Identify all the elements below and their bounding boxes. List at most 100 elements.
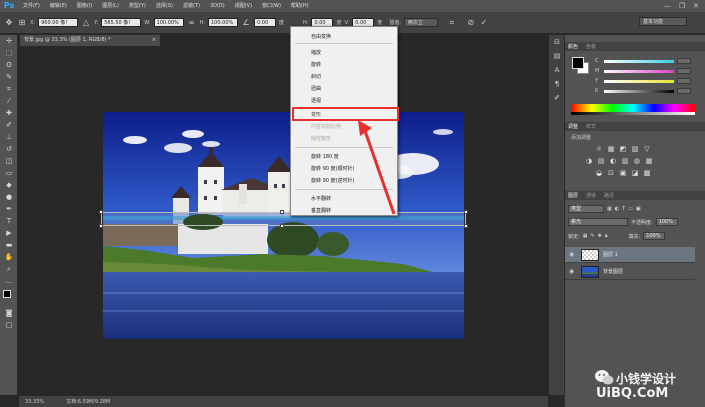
layer-name[interactable]: 图层 1 xyxy=(603,251,618,258)
bw-adjust-icon[interactable]: ◐ xyxy=(609,157,617,165)
healing-tool-icon[interactable]: ✚ xyxy=(0,107,18,119)
fill-input[interactable]: 100% xyxy=(643,232,666,240)
threshold-adjust-icon[interactable]: ▣ xyxy=(619,169,627,177)
lasso-tool-icon[interactable]: ʘ xyxy=(0,59,18,71)
tab-paths[interactable]: 路径 xyxy=(604,192,614,199)
properties-panel-icon[interactable]: ▤ xyxy=(549,49,565,63)
color-swatches[interactable] xyxy=(0,287,18,307)
grayscale-ramp[interactable] xyxy=(571,112,695,115)
cancel-transform-icon[interactable]: ⊘ xyxy=(466,18,476,28)
menu-image[interactable]: 图像(I) xyxy=(72,0,97,12)
levels-adjust-icon[interactable]: ▦ xyxy=(607,145,615,153)
quick-mask-icon[interactable]: ◙ xyxy=(0,307,18,319)
menu-window[interactable]: 窗口(W) xyxy=(257,0,286,12)
more-tools-icon[interactable]: … xyxy=(0,275,18,287)
quick-select-tool-icon[interactable]: ✎ xyxy=(0,71,18,83)
slider-k-bar[interactable] xyxy=(604,89,674,93)
slider-m[interactable]: M xyxy=(595,67,701,75)
menu-edit[interactable]: 编辑(E) xyxy=(45,0,72,12)
color-balance-adjust-icon[interactable]: ▤ xyxy=(597,157,605,165)
color-spectrum[interactable] xyxy=(571,104,695,112)
shape-tool-icon[interactable]: ▬ xyxy=(0,239,18,251)
menu-item-perspective[interactable]: 透视 xyxy=(311,97,321,104)
history-brush-tool-icon[interactable]: ↺ xyxy=(0,143,18,155)
screen-mode-icon[interactable]: ▢ xyxy=(0,319,18,331)
tab-styles[interactable]: 样式 xyxy=(586,123,596,130)
slider-m-bar[interactable] xyxy=(604,69,674,73)
angle-input[interactable]: 0.00 xyxy=(254,18,276,27)
menu-item-free-transform[interactable]: 自由变换 xyxy=(311,33,331,40)
slider-m-value[interactable] xyxy=(677,68,691,74)
foreground-color-swatch[interactable] xyxy=(3,290,11,298)
eraser-tool-icon[interactable]: ◫ xyxy=(0,155,18,167)
curves-adjust-icon[interactable]: ◩ xyxy=(619,145,627,153)
gradient-tool-icon[interactable]: ▭ xyxy=(0,167,18,179)
filter-pixel-icon[interactable]: ▦ xyxy=(607,206,612,212)
layer-row-background[interactable]: ◉ 背景图层 xyxy=(565,264,695,280)
menu-help[interactable]: 帮助(H) xyxy=(286,0,314,12)
layer-kind-select[interactable]: 类型 xyxy=(568,205,604,213)
menu-view[interactable]: 视图(V) xyxy=(230,0,257,12)
invert-adjust-icon[interactable]: ◒ xyxy=(595,169,603,177)
slider-k-value[interactable] xyxy=(677,88,691,94)
channel-mixer-adjust-icon[interactable]: ◍ xyxy=(633,157,641,165)
type-tool-icon[interactable]: T xyxy=(0,215,18,227)
brush-panel-icon[interactable]: ✐ xyxy=(549,91,565,105)
brightness-adjust-icon[interactable]: ☼ xyxy=(595,145,603,153)
blur-tool-icon[interactable]: ◆ xyxy=(0,179,18,191)
menu-item-flip-horizontal[interactable]: 水平翻转 xyxy=(311,195,331,202)
slider-c[interactable]: C xyxy=(595,57,701,65)
stamp-tool-icon[interactable]: ⊥ xyxy=(0,131,18,143)
zoom-tool-icon[interactable]: ⌕ xyxy=(0,263,18,275)
selective-color-adjust-icon[interactable]: ◪ xyxy=(631,169,639,177)
y-input[interactable]: 565.50 像! xyxy=(101,18,142,27)
paragraph-panel-icon[interactable]: ¶ xyxy=(549,77,565,91)
filter-type-icon[interactable]: T xyxy=(622,206,625,212)
lock-pixels-icon[interactable]: ✎ xyxy=(590,233,594,239)
minimize-button[interactable]: — xyxy=(664,2,671,10)
menu-item-rotate[interactable]: 旋转 xyxy=(311,61,321,68)
dodge-tool-icon[interactable]: ● xyxy=(0,191,18,203)
transform-handle-bottom-right[interactable] xyxy=(464,224,468,228)
transform-handle-bottom-left[interactable] xyxy=(99,224,103,228)
history-panel-icon[interactable]: ⊟ xyxy=(549,35,565,49)
move-tool-icon[interactable]: ✢ xyxy=(0,35,18,47)
menu-3d[interactable]: 3D(D) xyxy=(205,0,230,12)
close-document-icon[interactable]: × xyxy=(152,35,156,46)
crop-tool-icon[interactable]: ⌗ xyxy=(0,83,18,95)
width-input[interactable]: 100.00% xyxy=(153,18,184,27)
restore-button[interactable]: ❐ xyxy=(679,2,685,10)
zoom-level[interactable]: 33.33% xyxy=(25,399,44,405)
transform-handle-bottom[interactable] xyxy=(280,224,284,228)
transform-handle-top-left[interactable] xyxy=(99,210,103,214)
menu-select[interactable]: 选择(S) xyxy=(151,0,178,12)
link-icon[interactable]: ∞ xyxy=(187,18,197,28)
slider-y-value[interactable] xyxy=(677,78,691,84)
photo-filter-adjust-icon[interactable]: ▥ xyxy=(621,157,629,165)
lock-position-icon[interactable]: ✥ xyxy=(598,233,602,239)
hand-tool-icon[interactable]: ✋ xyxy=(0,251,18,263)
filter-smart-icon[interactable]: ▣ xyxy=(636,206,641,212)
tab-layers[interactable]: 图层 xyxy=(568,192,578,199)
visibility-eye-icon[interactable]: ◉ xyxy=(569,251,577,258)
menu-item-flip-vertical[interactable]: 垂直翻转 xyxy=(311,207,331,214)
exposure-adjust-icon[interactable]: ▨ xyxy=(631,145,639,153)
eyedropper-tool-icon[interactable]: ⁄ xyxy=(0,95,18,107)
lock-all-icon[interactable]: 🔒︎ xyxy=(605,233,608,239)
commit-transform-icon[interactable]: ✓ xyxy=(479,18,489,28)
visibility-eye-icon[interactable]: ◉ xyxy=(569,268,577,275)
opacity-input[interactable]: 100% xyxy=(655,218,678,226)
document-tab[interactable]: 背景.jpg @ 33.3% (图层 1, RGB/8) * × xyxy=(20,35,160,46)
menu-file[interactable]: 文件(F) xyxy=(18,0,45,12)
brush-tool-icon[interactable]: ✐ xyxy=(0,119,18,131)
x-input[interactable]: 960.00 像! xyxy=(38,18,79,27)
slider-y[interactable]: Y xyxy=(595,77,701,85)
close-button[interactable]: ✕ xyxy=(693,2,699,10)
filter-adjust-icon[interactable]: ◐ xyxy=(615,206,619,212)
color-lookup-adjust-icon[interactable]: ▦ xyxy=(645,157,653,165)
menu-item-skew[interactable]: 斜切 xyxy=(311,73,321,80)
transform-handle-top-right[interactable] xyxy=(464,210,468,214)
posterize-adjust-icon[interactable]: ⊡ xyxy=(607,169,615,177)
path-select-tool-icon[interactable]: ▶ xyxy=(0,227,18,239)
marquee-tool-icon[interactable]: ⬚ xyxy=(0,47,18,59)
